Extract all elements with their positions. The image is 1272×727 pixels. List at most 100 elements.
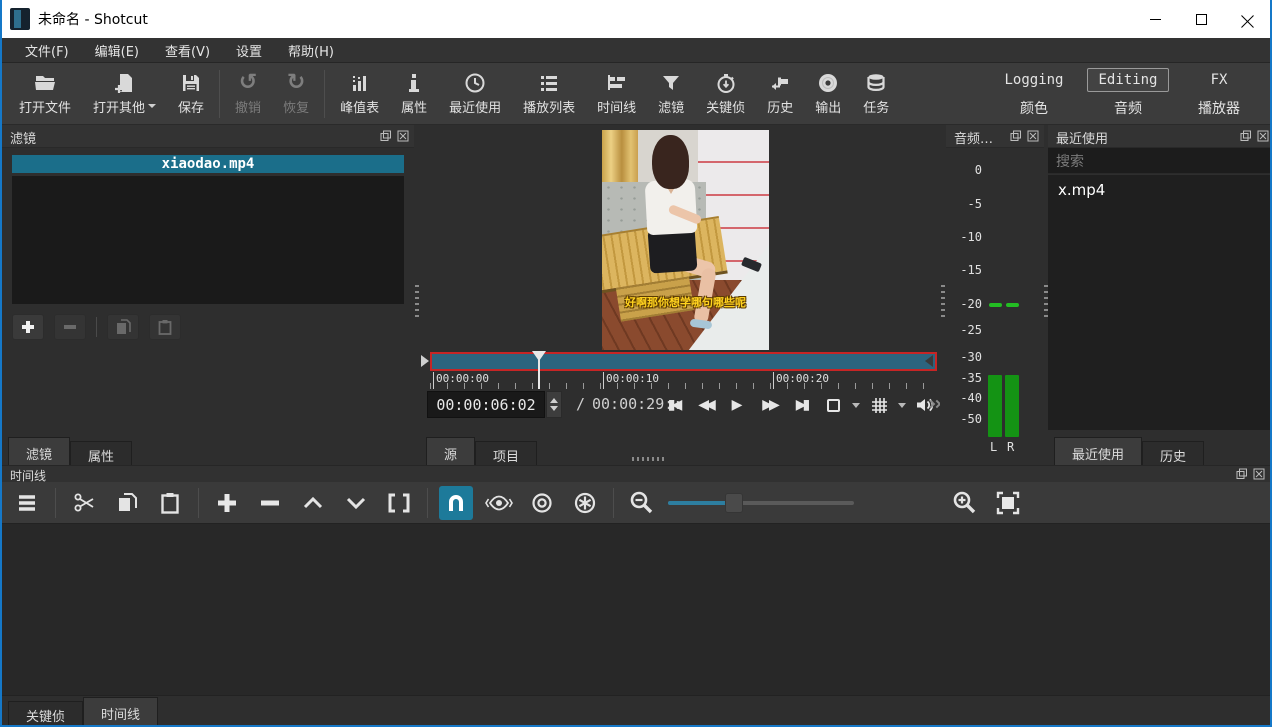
history-button[interactable]: 历史: [756, 65, 804, 123]
paste-filters-button[interactable]: [149, 314, 181, 340]
fast-forward-button[interactable]: ▶▶: [756, 392, 782, 418]
float-panel-icon[interactable]: [1240, 130, 1252, 142]
chevron-down-icon[interactable]: [852, 403, 860, 408]
cut-button[interactable]: [67, 486, 101, 520]
rewind-button[interactable]: ◀◀: [692, 392, 718, 418]
out-point-marker[interactable]: [925, 355, 933, 367]
current-time-input[interactable]: [427, 391, 545, 418]
close-panel-icon[interactable]: [1257, 130, 1269, 142]
meter-scale-label: -30: [946, 350, 982, 364]
slider-handle[interactable]: [725, 493, 743, 513]
playlist-button[interactable]: 播放列表: [512, 65, 586, 123]
play-button[interactable]: ▶: [724, 392, 750, 418]
layout-editing-button[interactable]: Editing: [1087, 68, 1168, 92]
layout-player-button[interactable]: 播放器: [1188, 95, 1250, 121]
copy-button[interactable]: [110, 486, 144, 520]
timeline-menu-button[interactable]: [10, 486, 44, 520]
layout-fx-button[interactable]: FX: [1201, 69, 1238, 91]
zoom-out-icon: [629, 490, 655, 516]
search-input[interactable]: [1048, 148, 1272, 174]
layout-audio-button[interactable]: 音频: [1104, 95, 1152, 121]
chevron-down-icon[interactable]: [898, 403, 906, 408]
zoom-out-button[interactable]: [625, 486, 659, 520]
open-file-button[interactable]: 打开文件: [8, 65, 82, 123]
clock-icon: [464, 72, 486, 94]
tab-timeline[interactable]: 时间线: [83, 697, 158, 725]
keyframes-button[interactable]: 关键侦: [695, 65, 756, 123]
jobs-button[interactable]: 任务: [852, 65, 900, 123]
float-panel-icon[interactable]: [1010, 130, 1022, 142]
overwrite-button[interactable]: [339, 486, 373, 520]
redo-button[interactable]: ↻ 恢复: [272, 65, 320, 123]
close-panel-icon[interactable]: [1027, 130, 1039, 142]
eye-icon: [485, 491, 513, 515]
peak-meter-button[interactable]: 峰值表: [329, 65, 390, 123]
zoom-in-button[interactable]: [948, 486, 982, 520]
maximize-button[interactable]: [1178, 0, 1224, 38]
scrub-while-dragging-button[interactable]: [482, 486, 516, 520]
tab-properties[interactable]: 属性: [70, 441, 132, 465]
open-other-button[interactable]: 打开其他: [82, 65, 167, 123]
peak-meter-icon: [349, 72, 371, 94]
tab-keyframes[interactable]: 关键侦: [8, 701, 83, 725]
time-separator: /: [576, 395, 585, 413]
menu-edit[interactable]: 编辑(E): [82, 38, 152, 63]
loop-mode-button[interactable]: [820, 392, 846, 418]
layout-color-button[interactable]: 颜色: [1010, 95, 1058, 121]
snap-toggle-button[interactable]: [439, 486, 473, 520]
playhead-handle[interactable]: [532, 351, 546, 361]
timecode-stepper[interactable]: [546, 391, 562, 418]
properties-button[interactable]: 属性: [390, 65, 438, 123]
timeline-tracks-area[interactable]: [2, 524, 1270, 695]
toolbar-separator: [427, 488, 428, 518]
float-panel-icon[interactable]: [380, 130, 392, 142]
menu-view[interactable]: 查看(V): [152, 38, 223, 63]
close-button[interactable]: [1224, 0, 1270, 38]
menu-help[interactable]: 帮助(H): [275, 38, 347, 63]
filters-button[interactable]: 滤镜: [647, 65, 695, 123]
in-point-marker[interactable]: [421, 355, 429, 367]
stopwatch-icon: [715, 72, 737, 94]
grid-icon: [871, 397, 888, 414]
folder-open-icon: [33, 72, 57, 94]
recent-button[interactable]: 最近使用: [438, 65, 512, 123]
scrubber-bar[interactable]: [430, 352, 937, 371]
timeline-button[interactable]: 时间线: [586, 65, 647, 123]
split-button[interactable]: [382, 486, 416, 520]
tab-filters[interactable]: 滤镜: [8, 437, 70, 465]
recent-file-list: x.mp4: [1048, 175, 1272, 430]
remove-filter-button[interactable]: [54, 314, 86, 340]
toolbar-separator: [55, 488, 56, 518]
ripple-all-tracks-button[interactable]: [568, 486, 602, 520]
menu-file[interactable]: 文件(F): [12, 38, 82, 63]
filter-list[interactable]: [12, 176, 404, 304]
add-filter-button[interactable]: [12, 314, 44, 340]
undo-button[interactable]: ↺ 撤销: [224, 65, 272, 123]
zoom-fit-button[interactable]: [991, 486, 1025, 520]
list-item[interactable]: x.mp4: [1048, 175, 1272, 205]
layout-logging-button[interactable]: Logging: [994, 69, 1073, 91]
tab-recent[interactable]: 最近使用: [1054, 437, 1142, 465]
close-panel-icon[interactable]: [397, 130, 409, 142]
skip-to-end-button[interactable]: ▶▮: [788, 392, 814, 418]
menu-settings[interactable]: 设置: [223, 38, 275, 63]
close-panel-icon[interactable]: [1253, 468, 1265, 480]
skip-to-start-button[interactable]: ▮◀: [660, 392, 686, 418]
title-bar: 未命名 - Shotcut: [2, 0, 1270, 38]
float-panel-icon[interactable]: [1236, 468, 1248, 480]
grid-button[interactable]: [866, 392, 892, 418]
ripple-toggle-button[interactable]: [525, 486, 559, 520]
tab-project[interactable]: 项目: [475, 441, 537, 465]
paste-button[interactable]: [153, 486, 187, 520]
ripple-delete-button[interactable]: [253, 486, 287, 520]
copy-filters-button[interactable]: [107, 314, 139, 340]
lift-button[interactable]: [296, 486, 330, 520]
timeline-zoom-slider[interactable]: [668, 486, 854, 520]
tab-source[interactable]: 源: [426, 437, 475, 465]
tab-history[interactable]: 历史: [1142, 441, 1204, 465]
save-button[interactable]: 保存: [167, 65, 215, 123]
minimize-button[interactable]: [1132, 0, 1178, 38]
export-button[interactable]: 输出: [804, 65, 852, 123]
splitter-handle[interactable]: [632, 457, 666, 461]
append-button[interactable]: [210, 486, 244, 520]
